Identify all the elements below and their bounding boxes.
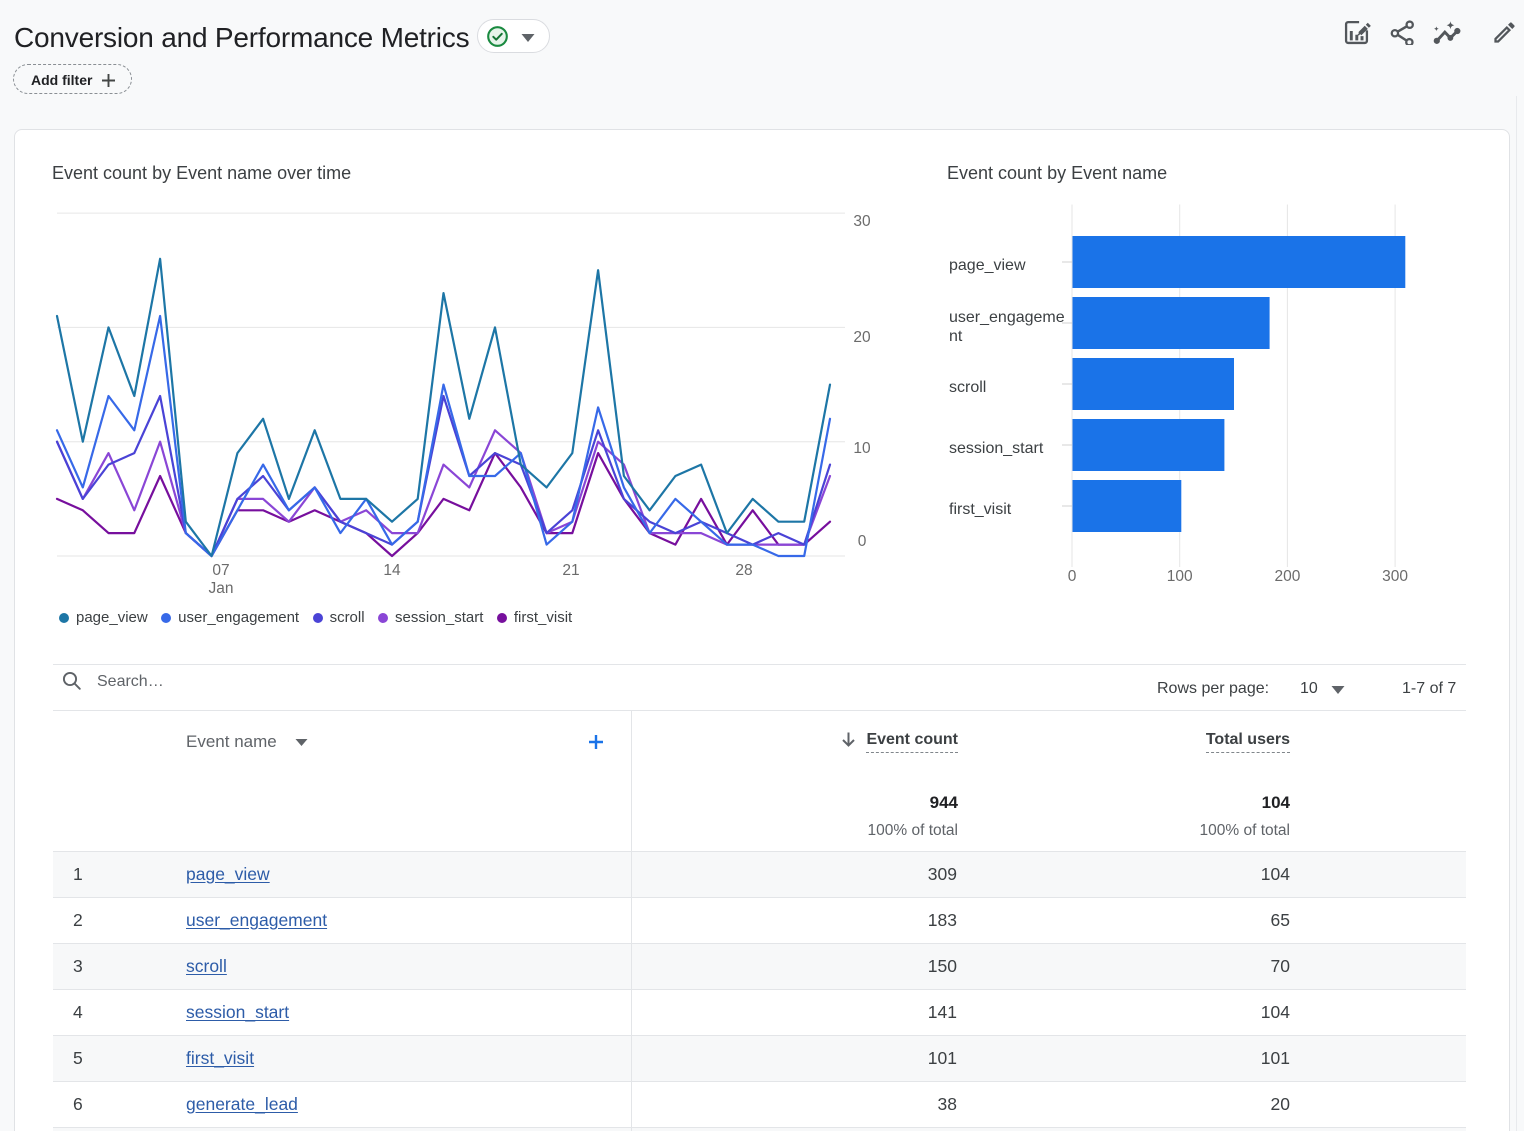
svg-text:100: 100 bbox=[1167, 568, 1193, 585]
svg-text:300: 300 bbox=[1382, 568, 1408, 585]
svg-text:0: 0 bbox=[1068, 568, 1077, 585]
svg-text:200: 200 bbox=[1274, 568, 1300, 585]
